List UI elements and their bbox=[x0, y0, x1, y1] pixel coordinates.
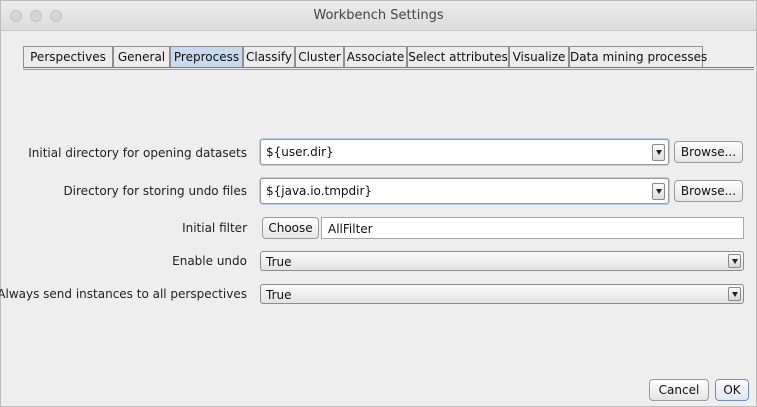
tab-data-mining-processes[interactable]: Data mining processes bbox=[569, 46, 707, 67]
choose-filter-button[interactable]: Choose bbox=[262, 217, 319, 239]
chevron-down-icon[interactable] bbox=[728, 287, 741, 301]
initial-directory-browse-button[interactable]: Browse... bbox=[674, 141, 743, 163]
send-instances-value: True bbox=[266, 288, 292, 302]
initial-filter-value: AllFilter bbox=[328, 222, 373, 236]
initial-directory-label: Initial directory for opening datasets bbox=[28, 146, 247, 160]
tab-preprocess[interactable]: Preprocess bbox=[170, 46, 243, 67]
undo-directory-value: ${java.io.tmpdir} bbox=[266, 184, 373, 198]
send-instances-select[interactable]: True bbox=[260, 284, 744, 304]
tab-underline bbox=[23, 67, 754, 70]
tab-associate[interactable]: Associate bbox=[344, 46, 407, 67]
chevron-down-icon[interactable] bbox=[652, 144, 665, 161]
enable-undo-value: True bbox=[266, 255, 292, 269]
tab-select-attributes[interactable]: Select attributes bbox=[407, 46, 509, 67]
initial-directory-combo[interactable]: ${user.dir} bbox=[260, 139, 669, 165]
undo-directory-combo[interactable]: ${java.io.tmpdir} bbox=[260, 178, 669, 204]
chevron-down-icon[interactable] bbox=[728, 254, 741, 268]
send-instances-label: Always send instances to all perspective… bbox=[0, 287, 247, 301]
chevron-down-icon[interactable] bbox=[652, 183, 665, 200]
enable-undo-select[interactable]: True bbox=[260, 251, 744, 271]
cancel-button[interactable]: Cancel bbox=[649, 379, 709, 401]
tab-classify[interactable]: Classify bbox=[243, 46, 295, 67]
tab-general[interactable]: General bbox=[113, 46, 170, 67]
initial-directory-value: ${user.dir} bbox=[266, 145, 334, 159]
initial-filter-label: Initial filter bbox=[182, 221, 247, 235]
tab-visualize[interactable]: Visualize bbox=[509, 46, 569, 67]
tab-cluster[interactable]: Cluster bbox=[295, 46, 344, 67]
tab-perspectives[interactable]: Perspectives bbox=[23, 46, 113, 67]
ok-button[interactable]: OK bbox=[715, 379, 749, 401]
undo-directory-browse-button[interactable]: Browse... bbox=[674, 180, 743, 202]
enable-undo-label: Enable undo bbox=[172, 254, 247, 268]
settings-window: Workbench Settings Perspectives General … bbox=[0, 0, 757, 407]
window-title: Workbench Settings bbox=[313, 8, 444, 23]
undo-directory-label: Directory for storing undo files bbox=[63, 184, 247, 198]
initial-filter-field[interactable]: AllFilter bbox=[321, 217, 744, 239]
title-bar: Workbench Settings bbox=[1, 1, 756, 31]
